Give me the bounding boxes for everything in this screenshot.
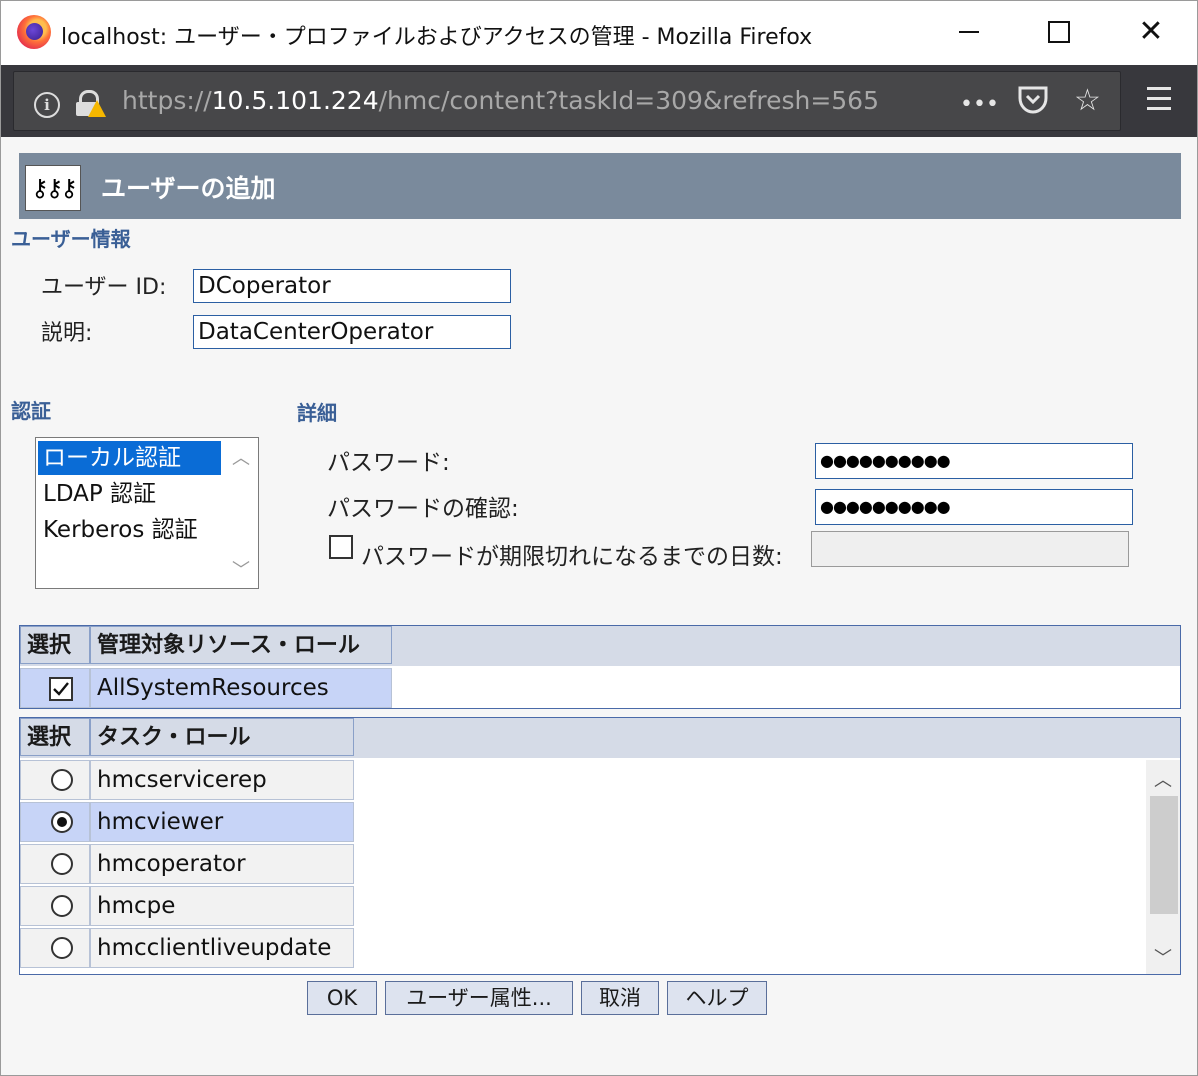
task-row-name[interactable]: hmcviewer (90, 802, 354, 842)
password-label: パスワード: (327, 450, 450, 476)
scrollbar-thumb[interactable] (1150, 796, 1178, 914)
url-text[interactable]: https://10.5.101.224/hmc/content?taskId=… (122, 86, 879, 115)
close-button[interactable]: ✕ (1121, 9, 1181, 55)
ok-button[interactable]: OK (307, 981, 377, 1015)
task-col-select: 選択 (20, 718, 90, 756)
password-confirm-label: パスワードの確認: (327, 496, 519, 522)
auth-method-listbox[interactable]: ローカル認証 LDAP 認証 Kerberos 認証 ︿ ﹀ (35, 437, 259, 589)
listbox-down-arrow-icon[interactable]: ﹀ (232, 556, 250, 582)
table-row-select-cell[interactable] (20, 844, 90, 884)
page-actions-icon[interactable]: ••• (960, 88, 999, 122)
user-info-section-label: ユーザー情報 (11, 227, 131, 251)
task-row-name[interactable]: hmcclientliveupdate (90, 928, 354, 968)
maximize-icon (1048, 21, 1070, 43)
scroll-down-arrow-icon[interactable]: ﹀ (1154, 944, 1172, 970)
description-input[interactable]: DataCenterOperator (193, 315, 511, 349)
auth-option-kerberos[interactable]: Kerberos 認証 (38, 513, 198, 547)
cancel-button[interactable]: 取消 (581, 981, 659, 1015)
url-path: /hmc/content?taskId=309&refresh=565 (378, 86, 879, 115)
resource-col-select: 選択 (20, 626, 90, 664)
dialog-header: ⚷⚷⚷ ユーザーの追加 (19, 153, 1181, 219)
close-icon: ✕ (1138, 14, 1164, 49)
task-radio-hmcservicerep[interactable] (51, 769, 73, 791)
task-table-scrollbar[interactable]: ︿ ﹀ (1146, 760, 1180, 974)
listbox-up-arrow-icon[interactable]: ︿ (232, 444, 250, 470)
password-expiry-days-input (811, 531, 1129, 567)
scroll-up-arrow-icon[interactable]: ︿ (1154, 766, 1172, 792)
keys-icon: ⚷⚷⚷ (25, 165, 81, 211)
url-bar[interactable]: i https://10.5.101.224/hmc/content?taskI… (13, 71, 1121, 131)
password-input[interactable]: ●●●●●●●●●● (815, 443, 1133, 479)
resource-checkbox-checked[interactable] (49, 677, 73, 701)
task-row-name[interactable]: hmcservicerep (90, 760, 354, 800)
hamburger-menu-icon[interactable] (1147, 87, 1171, 113)
resource-table-header: 選択 管理対象リソース・ロール (20, 626, 1180, 666)
pocket-icon[interactable] (1016, 84, 1050, 124)
firefox-window: localhost: ユーザー・プロファイルおよびアクセスの管理 - Mozil… (0, 0, 1198, 1076)
auth-option-local[interactable]: ローカル認証 (38, 441, 221, 475)
minimize-button[interactable] (939, 9, 999, 55)
resource-col-name: 管理対象リソース・ロール (90, 626, 392, 664)
password-expiry-label: パスワードが期限切れになるまでの日数: (361, 544, 783, 570)
help-button[interactable]: ヘルプ (667, 981, 767, 1015)
task-radio-hmcpe[interactable] (51, 895, 73, 917)
info-icon[interactable]: i (34, 92, 60, 118)
page-content: ⚷⚷⚷ ユーザーの追加 ユーザー情報 ユーザー ID: DCoperator 説… (1, 137, 1197, 1075)
table-row-select-cell[interactable] (20, 668, 90, 708)
resource-row-name[interactable]: AllSystemResources (90, 668, 392, 708)
auth-option-ldap[interactable]: LDAP 認証 (38, 477, 156, 511)
task-row-name[interactable]: hmcpe (90, 886, 354, 926)
task-radio-hmcviewer[interactable] (51, 811, 73, 833)
task-radio-hmcoperator[interactable] (51, 853, 73, 875)
password-confirm-input[interactable]: ●●●●●●●●●● (815, 489, 1133, 525)
password-expiry-checkbox[interactable] (329, 535, 353, 559)
user-properties-button[interactable]: ユーザー属性... (385, 981, 573, 1015)
window-title: localhost: ユーザー・プロファイルおよびアクセスの管理 - Mozil… (61, 25, 813, 50)
table-row-select-cell[interactable] (20, 802, 90, 842)
table-row-select-cell[interactable] (20, 886, 90, 926)
table-row-select-cell[interactable] (20, 760, 90, 800)
user-id-label: ユーザー ID: (41, 275, 167, 300)
page-title: ユーザーの追加 (101, 174, 276, 203)
url-host: 10.5.101.224 (211, 86, 379, 115)
url-scheme: https:// (122, 86, 212, 115)
task-radio-hmcclientliveupdate[interactable] (51, 937, 73, 959)
title-bar: localhost: ユーザー・プロファイルおよびアクセスの管理 - Mozil… (1, 1, 1197, 65)
description-label: 説明: (41, 321, 93, 346)
details-section-label: 詳細 (297, 401, 337, 425)
minimize-icon (959, 31, 979, 33)
task-col-name: タスク・ロール (90, 718, 354, 756)
firefox-logo-icon (17, 15, 51, 49)
resource-role-table: 選択 管理対象リソース・ロール AllSystemResources (19, 625, 1181, 709)
insecure-lock-icon[interactable] (76, 90, 106, 118)
task-row-name[interactable]: hmcoperator (90, 844, 354, 884)
user-id-input[interactable]: DCoperator (193, 269, 511, 303)
maximize-button[interactable] (1029, 9, 1089, 55)
navigation-bar: i https://10.5.101.224/hmc/content?taskI… (1, 65, 1197, 137)
table-row-select-cell[interactable] (20, 928, 90, 968)
task-table-header: 選択 タスク・ロール (20, 718, 1180, 758)
bookmark-star-icon[interactable]: ☆ (1074, 84, 1101, 118)
task-role-table: 選択 タスク・ロール hmcservicerep hmcviewer hmcop… (19, 717, 1181, 975)
auth-section-label: 認証 (11, 399, 51, 423)
